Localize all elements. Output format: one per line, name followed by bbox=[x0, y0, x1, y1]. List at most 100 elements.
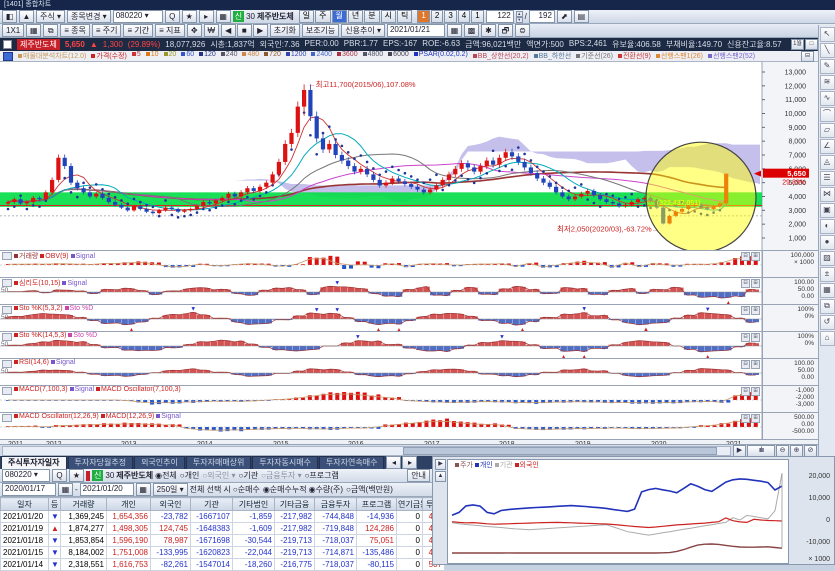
radio-금액(백만원)[interactable]: ○금액(백만원) bbox=[346, 484, 393, 495]
radio-기관[interactable]: ○기관 bbox=[239, 470, 259, 481]
count-button[interactable]: 3 bbox=[444, 10, 456, 23]
date-from-input[interactable]: 2020/01/17 bbox=[2, 483, 56, 496]
legend-item[interactable]: 240 bbox=[221, 51, 238, 61]
panel-icon[interactable] bbox=[2, 306, 12, 314]
indicator-panel[interactable]: MACD(7,100,3) Signal MACD Oscillator(7,1… bbox=[0, 385, 818, 412]
period-button-월[interactable]: 월 bbox=[332, 10, 347, 23]
legend-item[interactable]: 6000 bbox=[388, 51, 409, 61]
move-icon[interactable]: ✥ bbox=[187, 24, 202, 37]
panel-icon[interactable] bbox=[2, 387, 12, 395]
date-input[interactable]: 2021/01/21 bbox=[387, 24, 445, 37]
legend-item[interactable]: PSAR(0.02,0.2) bbox=[414, 51, 468, 61]
draw-tool-icon[interactable]: ╲ bbox=[820, 43, 835, 58]
period-button-년[interactable]: 년 bbox=[348, 10, 363, 23]
checkbox[interactable] bbox=[3, 40, 12, 49]
draw-tool-icon[interactable]: ∿ bbox=[820, 91, 835, 106]
count-button[interactable]: 1 bbox=[417, 10, 429, 23]
sync-button[interactable]: ≡ 주기 bbox=[92, 24, 122, 37]
bottom-tab[interactable]: 투자자동시매수 bbox=[252, 456, 318, 469]
radio-외국인[interactable]: ○외국인 ▾ bbox=[202, 470, 235, 481]
legend-item[interactable]: 10 bbox=[146, 51, 159, 61]
panel-icon[interactable] bbox=[2, 360, 12, 368]
reset-button[interactable]: 초기화 bbox=[270, 24, 300, 37]
gear-icon[interactable]: ✱ bbox=[481, 24, 496, 37]
panel-icon[interactable] bbox=[2, 252, 12, 260]
panel-window-buttons[interactable]: ⊟⊞ bbox=[741, 414, 760, 423]
table-header[interactable]: 기타법인 bbox=[233, 498, 275, 511]
panel-icon[interactable] bbox=[2, 414, 12, 422]
legend-item[interactable]: 1200 bbox=[286, 51, 307, 61]
draw-tool-icon[interactable]: ↺ bbox=[820, 315, 835, 330]
draw-tool-icon[interactable]: ↖ bbox=[820, 27, 835, 42]
panel-window-buttons[interactable]: ⊟⊞ bbox=[741, 387, 760, 396]
draw-tool-icon[interactable]: ◬ bbox=[820, 155, 835, 170]
table-header[interactable]: 기관 bbox=[191, 498, 233, 511]
draw-tool-icon[interactable]: ± bbox=[820, 267, 835, 282]
save-icon[interactable]: ▤ bbox=[574, 10, 589, 23]
legend-item[interactable]: BB_하한선 bbox=[534, 51, 572, 61]
calc-icon[interactable]: ▩ bbox=[464, 24, 479, 37]
draw-tool-icon[interactable]: ⋈ bbox=[820, 187, 835, 202]
chart-window-button[interactable]: □ bbox=[805, 39, 818, 50]
calendar-icon[interactable]: ▦ bbox=[447, 24, 462, 37]
legend-item[interactable]: 60 bbox=[181, 51, 194, 61]
period-button-분[interactable]: 분 bbox=[364, 10, 379, 23]
indicator-panel[interactable]: MACD Oscillator(12,26,9) MACD(12,26,9) S… bbox=[0, 412, 818, 439]
legend-item[interactable]: 720 bbox=[264, 51, 281, 61]
bottom-code-input[interactable]: 080220 ▾ bbox=[2, 469, 50, 482]
bar-count-stepper[interactable]: ▲▼ bbox=[516, 11, 523, 22]
calendar-icon[interactable]: ▦ bbox=[136, 483, 151, 496]
guide-button[interactable]: 안내 bbox=[407, 469, 430, 482]
main-price-chart[interactable]: (322,437,051)←최고11,700(2015/06),107.08%최… bbox=[0, 62, 818, 250]
legend-item[interactable]: 480 bbox=[242, 51, 259, 61]
legend-item[interactable]: 20 bbox=[164, 51, 177, 61]
draw-tool-icon[interactable]: ⌒ bbox=[820, 107, 835, 122]
dock-icon[interactable]: ◧ bbox=[2, 10, 17, 23]
radio-전체[interactable]: ◉전체 bbox=[155, 470, 177, 481]
help-icon[interactable]: ⊜ bbox=[515, 24, 530, 37]
radio-개인[interactable]: ○개인 bbox=[180, 470, 200, 481]
playback-icon[interactable]: ◀ bbox=[221, 24, 236, 37]
draw-tool-icon[interactable]: ▦ bbox=[820, 283, 835, 298]
legend-item[interactable]: 4800 bbox=[363, 51, 384, 61]
draw-tool-icon[interactable]: ⌂ bbox=[820, 331, 835, 346]
table-header[interactable]: 외국인 bbox=[151, 498, 191, 511]
range-select[interactable]: 250일 ▾ bbox=[153, 483, 188, 496]
bottom-tab[interactable]: 투자자연속매수 bbox=[319, 456, 385, 469]
radio-수량(주)[interactable]: ◉수량(주) bbox=[309, 484, 343, 495]
up-icon[interactable]: ▲ bbox=[19, 10, 34, 23]
bottom-tab[interactable]: 외국인추이 bbox=[134, 456, 185, 469]
bar-count-input[interactable]: 122 bbox=[486, 10, 514, 23]
legend-item[interactable]: 선행스팬2(52) bbox=[708, 51, 755, 61]
asset-type-select[interactable]: 주식 ▾ bbox=[36, 10, 65, 23]
panel-window-buttons[interactable]: ⊟⊞ bbox=[741, 252, 760, 261]
grid-icon[interactable]: ▦ bbox=[216, 10, 231, 23]
indicator-panel[interactable]: ▼▲심리도(10,15) Signal 100.0050.000.00⊟⊞50 bbox=[0, 277, 818, 304]
count-button[interactable]: 1 bbox=[471, 10, 483, 23]
draw-tool-icon[interactable]: ▱ bbox=[820, 123, 835, 138]
panel-window-buttons[interactable]: ⊟⊞ bbox=[741, 279, 760, 288]
count-button[interactable]: 2 bbox=[431, 10, 443, 23]
draw-tool-icon[interactable]: ▣ bbox=[820, 203, 835, 218]
period-button-시[interactable]: 시 bbox=[381, 10, 396, 23]
stock-code-input[interactable]: 080220 ▾ bbox=[113, 10, 163, 23]
playback-icon[interactable]: ▶ bbox=[253, 24, 268, 37]
legend-item[interactable]: 가격(수정) bbox=[91, 51, 126, 61]
sync-button[interactable]: ≡ 기간 bbox=[123, 24, 153, 37]
draw-tool-icon[interactable]: ● bbox=[820, 235, 835, 250]
panel-window-buttons[interactable]: ⊟⊞ bbox=[741, 306, 760, 315]
period-button-일[interactable]: 일 bbox=[299, 10, 314, 23]
legend-item[interactable]: 전환선(9) bbox=[618, 51, 651, 61]
legend-item[interactable]: 120 bbox=[199, 51, 216, 61]
scrollbar-thumb[interactable] bbox=[403, 447, 718, 455]
panel-min-icon[interactable]: ⊟ bbox=[801, 51, 814, 62]
grid-layout-icon[interactable]: ▦ bbox=[26, 24, 41, 37]
legend-item[interactable]: 매물대분석차트(12.0) bbox=[18, 51, 86, 61]
bottom-tab[interactable]: 투자자당월추정 bbox=[68, 456, 134, 469]
draw-tool-icon[interactable]: ▨ bbox=[820, 251, 835, 266]
expand-icon[interactable]: ▶ bbox=[435, 459, 446, 470]
panel-window-buttons[interactable]: ⊟⊞ bbox=[741, 333, 760, 342]
calendar-icon[interactable]: ▦ bbox=[58, 483, 73, 496]
table-header[interactable]: 기타금융 bbox=[275, 498, 315, 511]
search-icon[interactable]: Q bbox=[52, 469, 67, 482]
